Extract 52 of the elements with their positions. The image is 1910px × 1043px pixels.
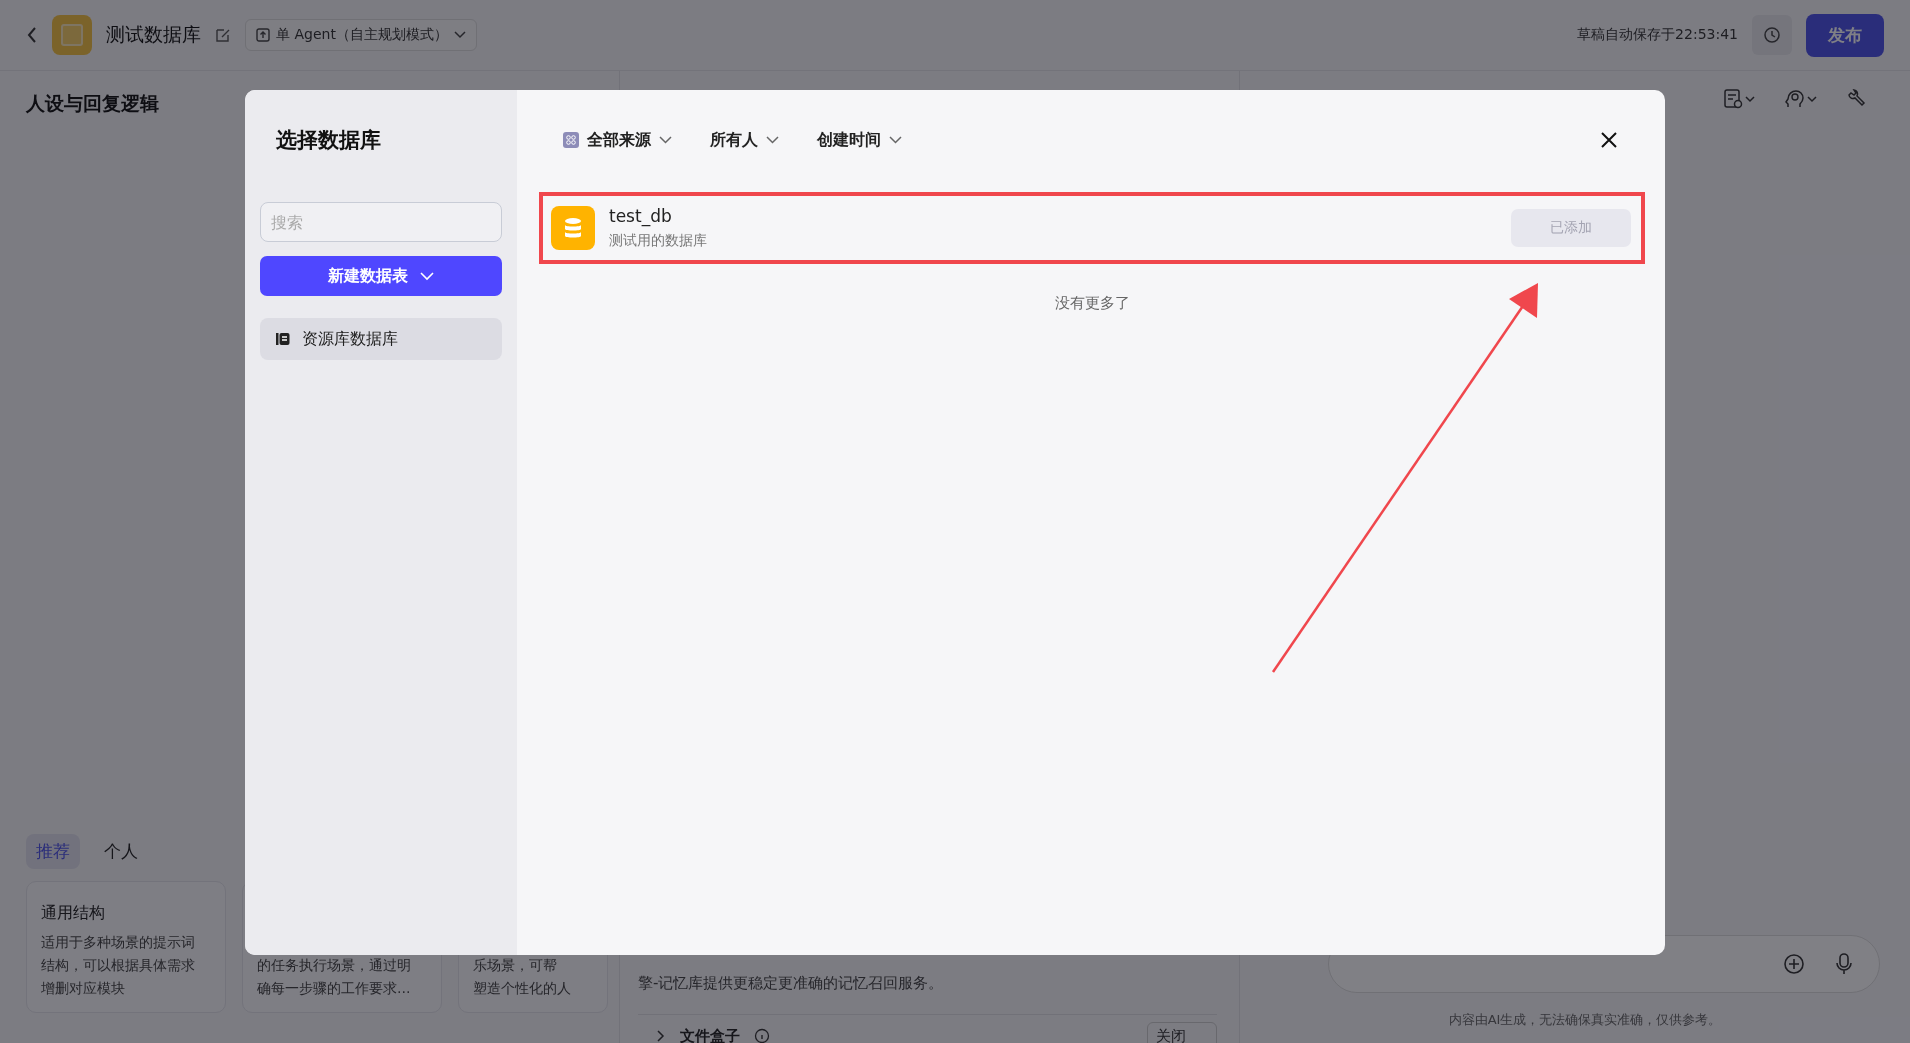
database-name: test_db [609, 206, 673, 226]
filter-dropdown[interactable]: 创建时间 [813, 129, 906, 151]
panel-title: 人设与回复逻辑 [26, 91, 160, 116]
back-icon[interactable] [26, 26, 38, 44]
filter-dropdown[interactable]: 所有人 [706, 129, 783, 151]
file-box-select[interactable]: 关闭 [1147, 1021, 1217, 1043]
caret-icon [453, 31, 466, 39]
wrench-icon[interactable] [1846, 89, 1866, 109]
template-tab[interactable]: 推荐 [26, 834, 80, 869]
dialog-title: 选择数据库 [275, 127, 382, 154]
template-description: 结构，可以根据具体需求 [41, 957, 196, 975]
memory-description: 擎-记忆库提供更稳定更准确的记忆召回服务。 [638, 973, 945, 994]
template-description: 适用于多种场景的提示词 [41, 934, 196, 952]
bot-title: 测试数据库 [106, 22, 201, 47]
template-description: 乐场景，可帮 [473, 957, 558, 975]
search-field[interactable]: 搜索 [260, 202, 502, 242]
chevron-icon[interactable] [656, 1029, 666, 1043]
template-description: 确每一步骤的工作要求… [257, 980, 412, 998]
template-description: 增删对应模块 [41, 980, 126, 998]
brain-head-icon[interactable] [1784, 89, 1820, 109]
filter-dropdown[interactable]: 全部来源 [559, 129, 676, 151]
database-description: 测试用的数据库 [609, 232, 707, 250]
autosave-status: 草稿自动保存于22:53:41 [1577, 26, 1738, 44]
clock-icon [1763, 26, 1781, 44]
history-button[interactable] [1752, 15, 1792, 55]
end-of-list-text: 没有更多了 [1053, 294, 1131, 313]
caret-icon [766, 136, 779, 144]
edit-icon[interactable] [215, 27, 231, 43]
publish-button[interactable]: 发布 [1806, 13, 1884, 57]
template-tab[interactable]: 个人 [94, 834, 148, 869]
close-icon[interactable] [1601, 132, 1617, 148]
template-description: 的任务执行场景，通过明 [257, 957, 412, 975]
settings-doc-icon[interactable] [1724, 89, 1758, 109]
book-icon [276, 332, 290, 346]
upload-icon [256, 28, 270, 42]
app-logo [52, 15, 92, 55]
ai-disclaimer: 内容由AI生成，无法确保真实准确，仅供参考。 [1447, 1011, 1723, 1029]
caret-icon [420, 271, 434, 281]
add-icon[interactable] [1783, 953, 1805, 975]
file-box-label: 文件盒子 [680, 1026, 740, 1043]
template-title: 通用结构 [41, 903, 106, 924]
library-nav-item[interactable]: 资源库数据库 [260, 318, 502, 360]
template-description: 塑造个性化的人 [473, 980, 572, 998]
caret-icon [889, 136, 902, 144]
database-icon [551, 206, 595, 250]
template-card[interactable]: 通用结构 适用于多种场景的提示词 结构，可以根据具体需求 增删对应模块 [26, 881, 226, 1013]
grid-icon [563, 132, 579, 148]
caret-icon [659, 136, 672, 144]
new-table-button[interactable]: 新建数据表 [260, 256, 502, 296]
info-icon [754, 1028, 770, 1043]
microphone-icon[interactable] [1835, 953, 1853, 975]
mode-dropdown[interactable]: 单 Agent（自主规划模式） [245, 19, 477, 51]
